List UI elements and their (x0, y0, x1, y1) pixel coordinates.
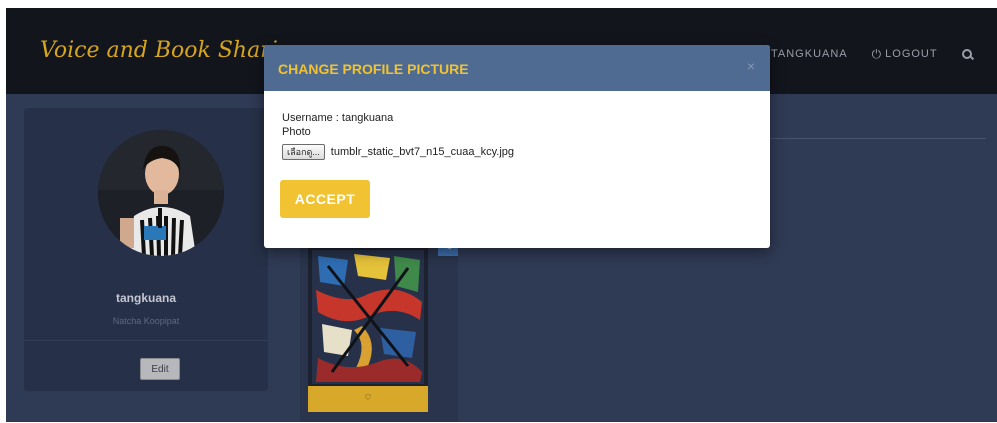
selected-file-name: tumblr_static_bvt7_n15_cuaa_kcy.jpg (330, 146, 515, 158)
profile-username: tangkuana (115, 291, 176, 305)
power-icon: ⏻ (871, 47, 883, 61)
profile-card: tangkuana Natcha Koopipat Edit (24, 108, 268, 391)
search-icon[interactable] (961, 48, 973, 60)
modal-header: CHANGE PROFILE PICTURE × (264, 45, 770, 91)
book-cover-image[interactable]: ♡ (308, 246, 428, 412)
nav-right: TANGKUANA ⏻ LOGOUT (758, 46, 973, 62)
username-line: Username : tangkuana (282, 112, 394, 124)
photo-label: Photo (282, 126, 311, 138)
edit-profile-button[interactable]: Edit (140, 358, 180, 380)
book-card[interactable]: ♡ ✎ (300, 240, 458, 422)
choose-file-button[interactable]: เลือกดู... (282, 144, 325, 160)
modal-body: Username : tangkuana Photo เลือกดู... tu… (282, 111, 752, 161)
avatar (98, 130, 224, 256)
nav-user-link[interactable]: TANGKUANA (758, 48, 848, 60)
nav-user-label: TANGKUANA (771, 48, 848, 60)
nav-logout-label: LOGOUT (885, 48, 938, 60)
avatar-photo (98, 130, 224, 256)
nav-logout-link[interactable]: ⏻ LOGOUT (872, 48, 938, 60)
svg-text:♡: ♡ (364, 393, 371, 402)
modal-title: CHANGE PROFILE PICTURE (278, 61, 469, 77)
change-profile-picture-modal: CHANGE PROFILE PICTURE × Username : tang… (264, 45, 770, 248)
profile-full-name: Natcha Koopipat (112, 316, 180, 326)
card-divider (24, 340, 268, 341)
close-icon[interactable]: × (742, 57, 760, 75)
file-input-row: เลือกดู... tumblr_static_bvt7_n15_cuaa_k… (282, 143, 752, 161)
book-cover-art: ♡ (308, 246, 428, 412)
accept-button[interactable]: ACCEPT (280, 180, 370, 218)
app-screen: Voice and Book Sharing TANGKUANA ⏻ LOGOU… (6, 8, 997, 422)
